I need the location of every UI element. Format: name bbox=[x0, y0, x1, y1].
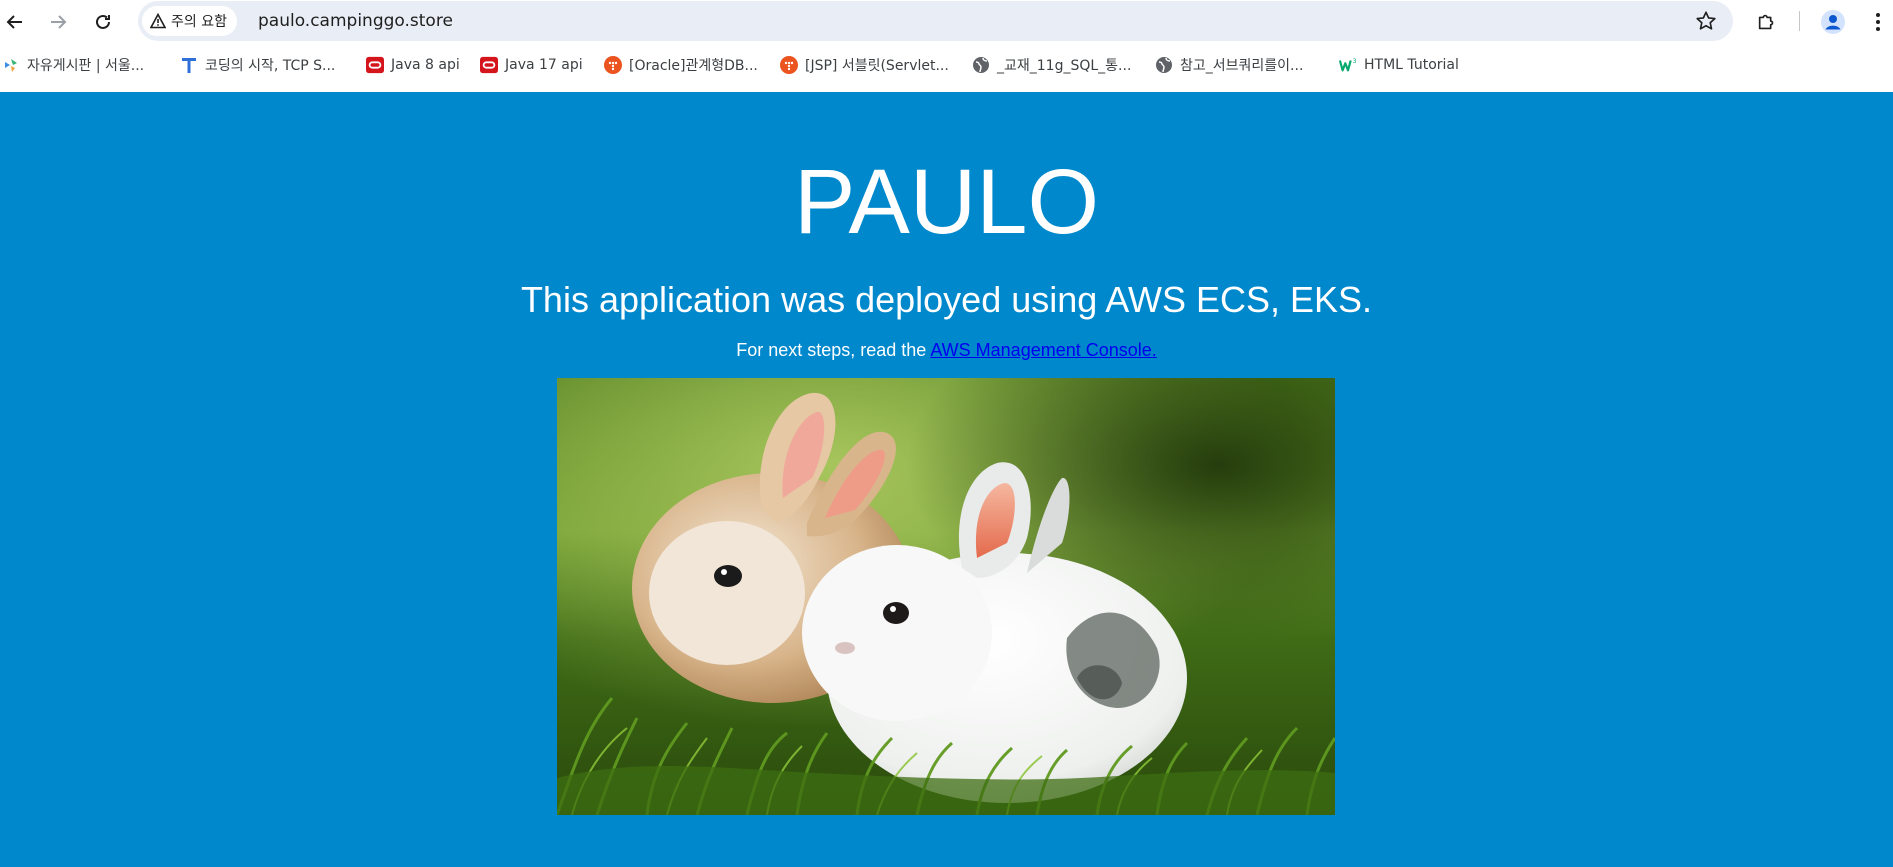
bookmark-item[interactable]: _교재_11g_SQL_통... bbox=[972, 54, 1131, 76]
bookmark-item[interactable]: 자유게시판 | 서울... bbox=[2, 54, 144, 76]
bookmark-item[interactable]: [Oracle]관계형DB... bbox=[604, 54, 758, 76]
page-title: PAULO bbox=[793, 151, 1100, 253]
avatar-icon bbox=[1821, 10, 1845, 34]
forward-button[interactable] bbox=[43, 7, 73, 37]
bookmark-label: 자유게시판 | 서울... bbox=[27, 58, 145, 74]
star-icon bbox=[1696, 11, 1716, 30]
bookmarks-bar: 자유게시판 | 서울... 코딩의 시작, TCP S... Java 8 ap… bbox=[0, 42, 1893, 92]
puzzle-icon bbox=[1758, 14, 1774, 30]
menu-button[interactable] bbox=[1863, 7, 1893, 37]
warning-icon bbox=[150, 13, 166, 29]
security-chip[interactable]: 주의 요함 bbox=[142, 6, 237, 36]
colorful-logo-icon bbox=[2, 56, 20, 74]
security-chip-label: 주의 요함 bbox=[171, 14, 227, 30]
tistory-icon bbox=[604, 56, 622, 74]
bookmark-label: _교재_11g_SQL_통... bbox=[997, 58, 1132, 74]
oracle-icon bbox=[480, 56, 498, 74]
bookmark-label: HTML Tutorial bbox=[1364, 57, 1459, 73]
bookmark-item[interactable]: 참고_서브쿼리를이... bbox=[1155, 54, 1303, 76]
bookmark-item[interactable]: 3 HTML Tutorial bbox=[1339, 54, 1459, 76]
globe-icon bbox=[1155, 56, 1173, 74]
bookmark-label: [Oracle]관계형DB... bbox=[629, 58, 758, 74]
bookmark-label: Java 17 api bbox=[505, 57, 583, 73]
page-subtitle: This application was deployed using AWS … bbox=[520, 279, 1373, 320]
bookmark-item[interactable]: [JSP] 서블릿(Servlet... bbox=[780, 54, 949, 76]
back-button[interactable] bbox=[0, 7, 30, 37]
page-content: PAULO This application was deployed usin… bbox=[0, 92, 1893, 867]
back-arrow-icon bbox=[6, 15, 22, 29]
more-vertical-icon bbox=[1876, 13, 1880, 31]
bookmark-item[interactable]: Java 8 api bbox=[366, 54, 460, 76]
bookmark-label: Java 8 api bbox=[391, 57, 460, 73]
bookmark-label: [JSP] 서블릿(Servlet... bbox=[805, 58, 949, 74]
oracle-icon bbox=[366, 56, 384, 74]
address-bar[interactable]: 주의 요함 paulo.campinggo.store bbox=[138, 1, 1733, 41]
forward-arrow-icon bbox=[51, 15, 67, 29]
w3schools-icon: 3 bbox=[1339, 56, 1357, 74]
reload-icon bbox=[96, 14, 110, 29]
aws-console-link[interactable]: AWS Management Console. bbox=[930, 340, 1156, 360]
extensions-button[interactable] bbox=[1752, 7, 1782, 37]
rabbits-photo bbox=[557, 378, 1335, 815]
next-steps-paragraph: For next steps, read the AWS Management … bbox=[0, 338, 1893, 362]
bookmark-star-button[interactable] bbox=[1695, 10, 1717, 37]
bookmark-label: 참고_서브쿼리를이... bbox=[1180, 58, 1304, 74]
tistory-icon bbox=[780, 56, 798, 74]
tcp-school-t-icon bbox=[180, 56, 198, 74]
reload-button[interactable] bbox=[88, 7, 118, 37]
bookmark-item[interactable]: 코딩의 시작, TCP S... bbox=[180, 54, 335, 76]
bookmark-label: 코딩의 시작, TCP S... bbox=[205, 58, 336, 74]
globe-icon bbox=[972, 56, 990, 74]
next-steps-text: For next steps, read the bbox=[736, 340, 931, 360]
svg-text:3: 3 bbox=[1353, 58, 1357, 65]
profile-button[interactable] bbox=[1818, 7, 1848, 37]
bookmark-item[interactable]: Java 17 api bbox=[480, 54, 583, 76]
browser-toolbar: 주의 요함 paulo.campinggo.store bbox=[0, 0, 1893, 42]
toolbar-divider bbox=[1799, 11, 1800, 31]
url-text[interactable]: paulo.campinggo.store bbox=[258, 11, 453, 31]
